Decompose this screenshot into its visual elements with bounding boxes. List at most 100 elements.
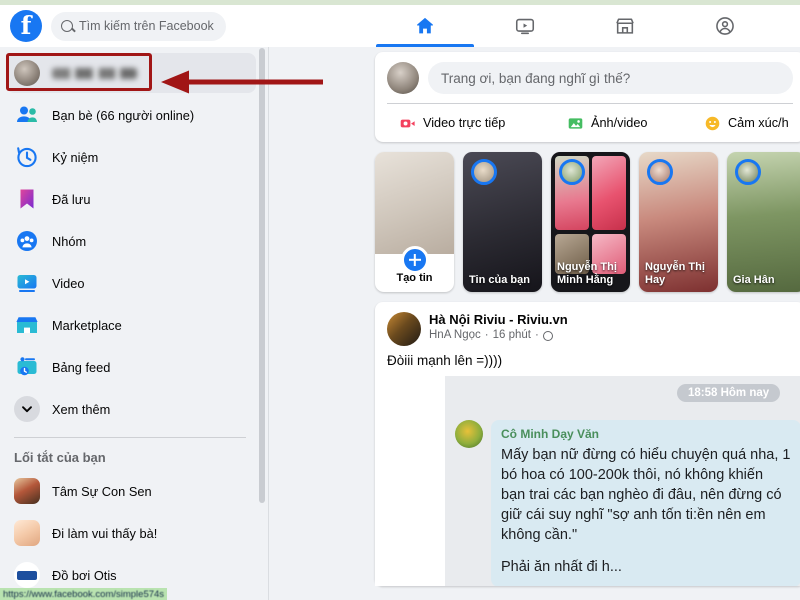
- shortcut-label: Đi làm vui thấy bà!: [52, 525, 158, 541]
- browser-top-strip: [0, 0, 800, 5]
- group-thumb-icon: [14, 562, 40, 588]
- nav-tab-marketplace[interactable]: [575, 5, 675, 47]
- friends-icon: [14, 102, 40, 128]
- marketplace-icon: [616, 18, 634, 34]
- sidebar-profile-name: Trang Ngọc: [52, 67, 137, 79]
- story-label: Gia Hân: [733, 273, 775, 286]
- video-play-icon: [14, 270, 40, 296]
- stories-tray: Tạo tin Tin của bạn Nguyễn Thị Minh Hằng…: [375, 152, 800, 292]
- saved-bookmark-icon: [14, 186, 40, 212]
- sidebar-item-saved[interactable]: Đã lưu: [6, 179, 256, 219]
- page-avatar[interactable]: [387, 312, 421, 346]
- story-avatar-ring: [559, 159, 585, 185]
- shortcut-label: Đồ bơi Otis: [52, 567, 117, 583]
- globe-icon: [542, 330, 553, 341]
- sidebar-item-label: Bảng feed: [52, 359, 111, 375]
- story-card[interactable]: Nguyễn Thị Minh Hằng: [551, 152, 630, 292]
- sidebar-item-label: Kỷ niệm: [52, 149, 99, 165]
- story-label: Tạo tin: [396, 271, 433, 284]
- post-author: HnA Ngọc: [429, 329, 481, 341]
- post-meta: HnA Ngọc · 16 phút ·: [429, 328, 568, 343]
- sidebar-item-label: Bạn bè (66 người online): [52, 107, 195, 123]
- story-card[interactable]: Tin của bạn: [463, 152, 542, 292]
- post-page-name[interactable]: Hà Nội Riviu - Riviu.vn: [429, 312, 568, 328]
- post-composer: Trang ơi, bạn đang nghĩ gì thế? Video tr…: [375, 52, 800, 142]
- live-video-icon: [400, 119, 415, 127]
- video-icon: [515, 18, 535, 35]
- composer-feeling-button[interactable]: Cảm xúc/h: [704, 115, 789, 132]
- story-card[interactable]: Nguyễn Thị Hay: [639, 152, 718, 292]
- plus-icon: [400, 246, 429, 274]
- sidebar-item-label: Video: [52, 275, 85, 291]
- story-avatar-ring: [471, 159, 497, 185]
- feed-post: Hà Nội Riviu - Riviu.vn HnA Ngọc · 16 ph…: [375, 302, 800, 586]
- facebook-logo-icon[interactable]: [10, 10, 42, 42]
- composer-action-label: Cảm xúc/h: [728, 116, 789, 130]
- home-icon: [417, 17, 433, 34]
- facebook-page: Tìm kiếm trên Facebook: [0, 0, 800, 600]
- sidebar-item-label: Nhóm: [52, 233, 87, 249]
- feeds-icon: [14, 354, 40, 380]
- chat-message-text-2: Phải ăn nhất đi h...: [501, 559, 622, 575]
- search-input[interactable]: Tìm kiếm trên Facebook: [51, 11, 226, 41]
- sidebar-item-feeds[interactable]: Bảng feed: [6, 347, 256, 387]
- sidebar-item-see-more[interactable]: Xem thêm: [6, 389, 256, 429]
- composer-photo-video-button[interactable]: Ảnh/video: [567, 115, 704, 132]
- story-label: Tin của bạn: [469, 273, 530, 286]
- shortcuts-title: Lối tắt của bạn: [14, 450, 106, 465]
- sidebar-item-marketplace[interactable]: Marketplace: [6, 305, 256, 345]
- memories-clock-icon: [14, 144, 40, 170]
- status-url: https://www.facebook.com/simple574s: [3, 588, 165, 600]
- feed-column: Trang ơi, bạn đang nghĩ gì thế? Video tr…: [375, 52, 800, 586]
- chat-timestamp: 18:58 Hôm nay: [677, 384, 781, 402]
- post-time: 16 phút: [492, 329, 531, 341]
- composer-live-video-button[interactable]: Video trực tiếp: [387, 115, 567, 132]
- sidebar-item-memories[interactable]: Kỷ niệm: [6, 137, 256, 177]
- shortcut-item[interactable]: Tâm Sự Con Sen: [6, 471, 256, 511]
- create-story-card[interactable]: Tạo tin: [375, 152, 454, 292]
- sidebar-item-label: Xem thêm: [52, 401, 111, 417]
- post-image-chat-screenshot[interactable]: 18:58 Hôm nay Cô Minh Dạy Văn Mấy bạn nữ…: [375, 376, 800, 586]
- left-sidebar: Trang Ngọc Bạn bè (66 người online): [0, 47, 262, 600]
- sidebar-item-profile[interactable]: Trang Ngọc: [6, 53, 256, 93]
- browser-status-bar: https://www.facebook.com/simple574s: [0, 588, 168, 600]
- group-thumb-icon: [14, 478, 40, 504]
- avatar: [14, 60, 40, 86]
- chevron-down-icon: [14, 396, 40, 422]
- photo-video-icon: [568, 117, 583, 129]
- marketplace-shop-icon: [14, 312, 40, 338]
- sidebar-item-label: Đã lưu: [52, 191, 91, 207]
- story-avatar-ring: [735, 159, 761, 185]
- groups-icon: [716, 17, 734, 35]
- story-label: Nguyễn Thị Minh Hằng: [557, 261, 617, 286]
- sidebar-item-groups[interactable]: Nhóm: [6, 221, 256, 261]
- group-thumb-icon: [14, 520, 40, 546]
- sidebar-item-label: Marketplace: [52, 317, 122, 333]
- feeling-icon: [705, 116, 720, 130]
- search-icon: [61, 20, 73, 32]
- nav-tab-groups[interactable]: [675, 5, 775, 47]
- sidebar-divider: [14, 437, 246, 438]
- story-label: Nguyễn Thị Hay: [645, 261, 705, 286]
- column-separator: [268, 47, 269, 600]
- sidebar-item-video[interactable]: Video: [6, 263, 256, 303]
- chat-avatar: [455, 420, 483, 448]
- chat-message-text: Mấy bạn nữ đừng có hiểu chuyện quá nha, …: [501, 447, 791, 543]
- sidebar-item-friends[interactable]: Bạn bè (66 người online): [6, 95, 256, 135]
- nav-tab-home[interactable]: [375, 5, 475, 47]
- chat-sender-name: Cô Minh Dạy Văn: [501, 427, 600, 441]
- avatar: [387, 62, 419, 94]
- story-card[interactable]: Gia Hân: [727, 152, 800, 292]
- post-text: Đòiii mạnh lên =)))): [387, 353, 503, 368]
- composer-action-label: Video trực tiếp: [423, 116, 506, 130]
- story-avatar-ring: [647, 159, 673, 185]
- nav-tab-video[interactable]: [475, 5, 575, 47]
- composer-input[interactable]: Trang ơi, bạn đang nghĩ gì thế?: [428, 62, 793, 94]
- chat-bubble: Cô Minh Dạy Văn Mấy bạn nữ đừng có hiểu …: [491, 420, 800, 586]
- shortcut-item[interactable]: Đi làm vui thấy bà!: [6, 513, 256, 553]
- composer-placeholder: Trang ơi, bạn đang nghĩ gì thế?: [441, 70, 631, 86]
- groups-icon: [14, 228, 40, 254]
- composer-action-label: Ảnh/video: [591, 116, 648, 130]
- shortcut-label: Tâm Sự Con Sen: [52, 483, 152, 499]
- sidebar-scrollbar[interactable]: [259, 48, 265, 503]
